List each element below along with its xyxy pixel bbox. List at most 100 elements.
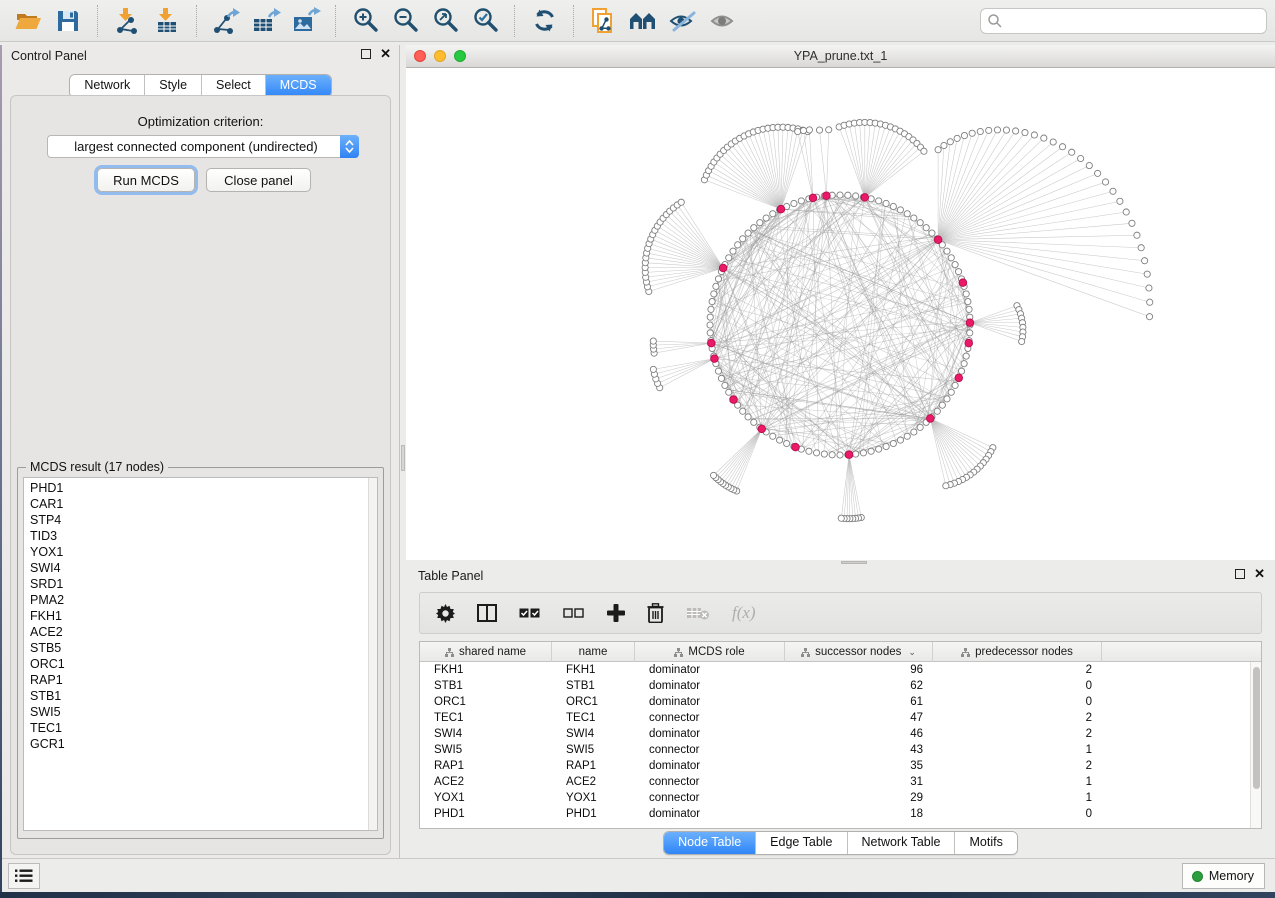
graph-node[interactable] — [952, 382, 958, 388]
vertical-splitter-handle[interactable] — [401, 445, 405, 471]
graph-node[interactable] — [1050, 139, 1056, 145]
close-panel-button[interactable]: Close panel — [206, 168, 311, 192]
graph-dominator-node[interactable] — [792, 443, 800, 451]
float-table-panel-icon[interactable] — [1235, 569, 1245, 579]
graph-dominator-node[interactable] — [777, 205, 785, 213]
graph-node[interactable] — [1147, 299, 1153, 305]
table-row[interactable]: SWI5SWI5connector431 — [420, 742, 1250, 758]
graph-node[interactable] — [763, 215, 769, 221]
graph-node[interactable] — [1019, 338, 1025, 344]
graph-node[interactable] — [876, 198, 882, 204]
graph-node[interactable] — [1059, 144, 1065, 150]
graph-node[interactable] — [994, 127, 1000, 133]
graph-node[interactable] — [806, 127, 812, 133]
mcds-result-item[interactable]: GCR1 — [30, 736, 377, 752]
graph-node[interactable] — [1129, 220, 1135, 226]
graph-node[interactable] — [726, 255, 732, 261]
graph-node[interactable] — [751, 419, 757, 425]
tab-style[interactable]: Style — [145, 75, 202, 97]
select-all-button[interactable] — [519, 606, 541, 620]
graph-node[interactable] — [1134, 232, 1140, 238]
graph-node[interactable] — [707, 322, 713, 328]
tab-network-table[interactable]: Network Table — [848, 832, 956, 854]
close-panel-icon[interactable]: ✕ — [380, 49, 391, 59]
graph-node[interactable] — [948, 389, 954, 395]
graph-node[interactable] — [929, 230, 935, 236]
graph-node[interactable] — [965, 298, 971, 304]
window-minimize-icon[interactable] — [434, 50, 446, 62]
graph-node[interactable] — [944, 396, 950, 402]
graph-node[interactable] — [708, 306, 714, 312]
graph-node[interactable] — [829, 452, 835, 458]
float-panel-icon[interactable] — [361, 49, 371, 59]
delete-table-button[interactable] — [686, 605, 710, 621]
window-close-icon[interactable] — [414, 50, 426, 62]
mcds-result-item[interactable]: TEC1 — [30, 720, 377, 736]
graph-node[interactable] — [757, 220, 763, 226]
graph-node[interactable] — [1013, 128, 1019, 134]
window-maximize-icon[interactable] — [454, 50, 466, 62]
graph-node[interactable] — [837, 192, 843, 198]
graph-node[interactable] — [740, 408, 746, 414]
graph-node[interactable] — [961, 132, 967, 138]
graph-dominator-node[interactable] — [823, 192, 831, 200]
memory-button[interactable]: Memory — [1182, 863, 1265, 889]
graph-dominator-node[interactable] — [934, 236, 942, 244]
graph-node[interactable] — [745, 414, 751, 420]
zoom-fit-button[interactable] — [425, 4, 465, 38]
graph-node[interactable] — [795, 128, 801, 134]
graph-node[interactable] — [890, 440, 896, 446]
graph-node[interactable] — [784, 440, 790, 446]
export-image-button[interactable] — [286, 4, 326, 38]
task-history-button[interactable] — [8, 863, 40, 889]
graph-dominator-node[interactable] — [809, 194, 817, 202]
graph-dominator-node[interactable] — [965, 339, 973, 347]
show-column-button[interactable] — [477, 604, 497, 622]
column-header-shared-name[interactable]: shared name — [420, 642, 552, 662]
table-row[interactable]: FKH1FKH1dominator962 — [420, 662, 1250, 678]
graph-node[interactable] — [826, 127, 832, 133]
graph-node[interactable] — [917, 424, 923, 430]
tab-motifs[interactable]: Motifs — [955, 832, 1016, 854]
export-network-button[interactable] — [206, 4, 246, 38]
zoom-out-button[interactable] — [385, 4, 425, 38]
mcds-result-item[interactable]: PMA2 — [30, 592, 377, 608]
graph-dominator-node[interactable] — [845, 451, 853, 459]
graph-node[interactable] — [963, 291, 969, 297]
graph-node[interactable] — [954, 135, 960, 141]
graph-node[interactable] — [948, 255, 954, 261]
run-mcds-button[interactable]: Run MCDS — [97, 168, 195, 192]
graph-node[interactable] — [740, 236, 746, 242]
settings-gear-button[interactable] — [436, 604, 455, 623]
mcds-result-item[interactable]: STB5 — [30, 640, 377, 656]
graph-node[interactable] — [800, 127, 806, 133]
graph-node[interactable] — [958, 368, 964, 374]
table-row[interactable]: ACE2ACE2connector311 — [420, 774, 1250, 790]
graph-node[interactable] — [711, 291, 717, 297]
import-network-button[interactable] — [107, 4, 147, 38]
graph-node[interactable] — [678, 199, 684, 205]
graph-node[interactable] — [798, 198, 804, 204]
tab-mcds[interactable]: MCDS — [266, 75, 331, 97]
graph-dominator-node[interactable] — [758, 425, 766, 433]
graph-node[interactable] — [911, 429, 917, 435]
graph-node[interactable] — [1142, 258, 1148, 264]
graph-node[interactable] — [868, 448, 874, 454]
mcds-result-item[interactable]: ORC1 — [30, 656, 377, 672]
graph-node[interactable] — [1041, 135, 1047, 141]
graph-node[interactable] — [722, 382, 728, 388]
mcds-result-item[interactable]: SWI5 — [30, 704, 377, 720]
graph-node[interactable] — [904, 433, 910, 439]
mcds-result-item[interactable]: RAP1 — [30, 672, 377, 688]
graph-node[interactable] — [816, 127, 822, 133]
graph-node[interactable] — [853, 193, 859, 199]
table-row[interactable]: ORC1ORC1dominator610 — [420, 694, 1250, 710]
refresh-button[interactable] — [524, 4, 564, 38]
graph-node[interactable] — [791, 200, 797, 206]
table-row[interactable]: TEC1TEC1connector472 — [420, 710, 1250, 726]
graph-dominator-node[interactable] — [711, 355, 719, 363]
mcds-result-item[interactable]: YOX1 — [30, 544, 377, 560]
graph-node[interactable] — [813, 450, 819, 456]
tab-edge-table[interactable]: Edge Table — [756, 832, 847, 854]
hide-selected-button[interactable] — [663, 4, 703, 38]
